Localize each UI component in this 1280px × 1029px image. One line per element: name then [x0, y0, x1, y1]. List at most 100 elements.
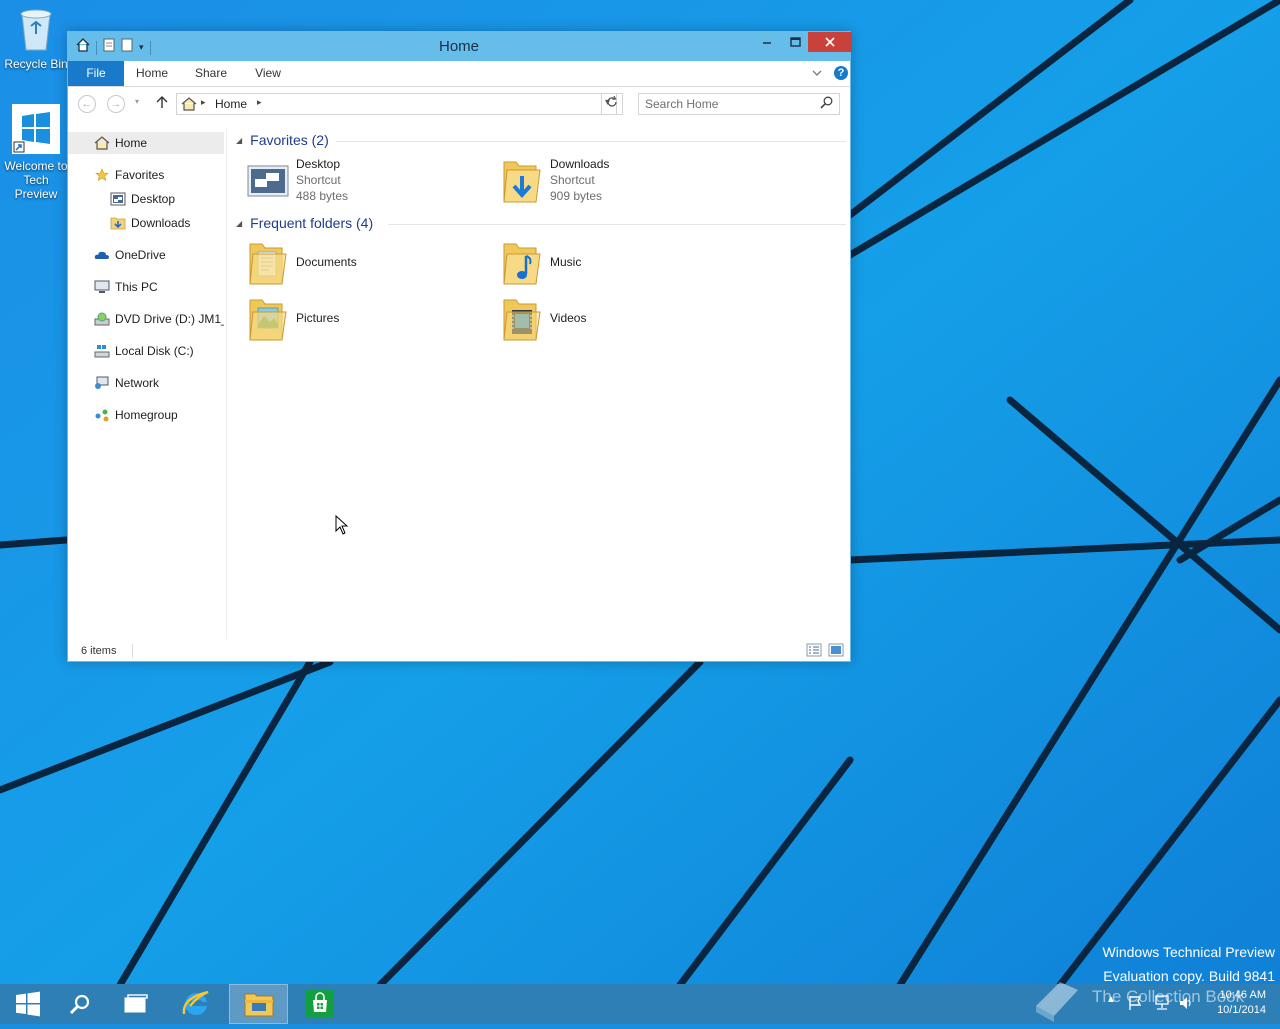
recycle-bin-icon [4, 6, 68, 55]
sidebar-item-label: Downloads [131, 216, 191, 230]
breadcrumb-chevron-icon[interactable]: ▸ [201, 97, 206, 108]
folder-item-music[interactable]: Music [500, 240, 582, 285]
sidebar-item-label: Home [115, 136, 148, 150]
internet-explorer-button[interactable] [168, 984, 224, 1024]
group-title: Favorites (2) [250, 132, 329, 148]
help-icon[interactable]: ? [834, 66, 848, 80]
tab-home[interactable]: Home [130, 61, 174, 86]
large-icons-view-button[interactable] [828, 643, 844, 659]
breadcrumb-home[interactable]: Home [215, 97, 247, 111]
ribbon: File Home Share View ? [68, 61, 850, 87]
expand-ribbon-chevron-icon[interactable] [812, 66, 822, 80]
sidebar-item-network[interactable]: Network [94, 372, 159, 394]
network-icon [94, 375, 110, 391]
folder-item-documents[interactable]: Documents [246, 240, 357, 285]
tab-file[interactable]: File [68, 61, 124, 86]
sidebar-item-favorites[interactable]: Favorites [94, 164, 164, 186]
folder-item-pictures[interactable]: Pictures [246, 296, 340, 341]
search-icon [69, 994, 90, 1015]
pictures-folder-icon [246, 296, 290, 341]
item-name: Pictures [296, 311, 340, 325]
tab-view[interactable]: View [248, 61, 288, 86]
file-explorer-button[interactable] [229, 984, 288, 1024]
recycle-bin-desktop-icon[interactable]: Recycle Bin [4, 6, 68, 71]
store-button[interactable] [292, 984, 348, 1024]
taskbar-clock[interactable]: 10:46 AM 10/1/2014 [1200, 988, 1266, 1018]
maximize-button[interactable] [782, 32, 808, 52]
evaluation-watermark: Windows Technical Preview Evaluation cop… [1103, 940, 1275, 988]
recent-locations-chevron-icon[interactable]: ▾ [135, 97, 139, 106]
search-icon[interactable] [820, 96, 833, 114]
onedrive-icon [94, 247, 110, 263]
navigation-pane: Home Favorites Desktop Downloads OneDriv… [68, 129, 227, 639]
sidebar-item-downloads[interactable]: Downloads [110, 212, 190, 234]
sidebar-item-onedrive[interactable]: OneDrive [94, 244, 166, 266]
collapse-triangle-icon[interactable]: ◢ [236, 136, 242, 145]
sidebar-item-label: Homegroup [115, 408, 178, 422]
item-type: Shortcut [296, 173, 341, 187]
task-view-button[interactable] [108, 984, 164, 1024]
item-name: Desktop [296, 157, 341, 171]
refresh-button[interactable] [601, 93, 623, 115]
address-bar[interactable]: ▸ Home ▸ ▾ [176, 93, 617, 115]
up-button[interactable] [156, 95, 168, 114]
favorite-item-downloads[interactable]: Downloads Shortcut 909 bytes [500, 157, 609, 203]
item-name: Videos [550, 311, 587, 325]
collapse-triangle-icon[interactable]: ◢ [236, 219, 242, 228]
sidebar-item-local-disk[interactable]: Local Disk (C:) [94, 340, 194, 362]
clock-time: 10:46 AM [1219, 989, 1266, 1001]
favorite-item-desktop[interactable]: Desktop Shortcut 488 bytes [246, 157, 348, 203]
sidebar-item-label: DVD Drive (D:) JM1_C [115, 312, 224, 326]
details-view-icon [806, 643, 822, 657]
refresh-icon [607, 95, 617, 107]
content-pane: ◢ Favorites (2) Desktop Shortcut 488 byt… [232, 129, 848, 639]
minimize-button[interactable] [754, 32, 780, 52]
sidebar-item-desktop[interactable]: Desktop [110, 188, 175, 210]
status-separator [132, 644, 133, 658]
search-box[interactable] [638, 93, 840, 115]
folder-item-videos[interactable]: Videos [500, 296, 587, 341]
minimize-icon [763, 42, 771, 44]
sidebar-item-dvd-drive[interactable]: DVD Drive (D:) JM1_C [94, 308, 224, 330]
item-type: Shortcut [550, 173, 595, 187]
back-button[interactable]: ← [78, 95, 96, 113]
close-button[interactable] [808, 32, 852, 52]
welcome-desktop-icon[interactable]: Welcome to Tech Preview [4, 104, 68, 201]
sidebar-item-this-pc[interactable]: This PC [94, 276, 158, 298]
sidebar-item-home[interactable]: Home [68, 132, 224, 154]
tab-share[interactable]: Share [188, 61, 234, 86]
frequent-folders-group-header[interactable]: ◢ Frequent folders (4) [236, 215, 373, 231]
start-button[interactable] [0, 984, 56, 1024]
large-icons-view-icon [828, 643, 844, 657]
welcome-label-line1: Welcome to [4, 159, 68, 173]
group-divider [388, 224, 846, 225]
item-name: Documents [296, 255, 357, 269]
window-title: Home [438, 38, 479, 55]
maximize-icon [789, 37, 801, 47]
clock-date: 10/1/2014 [1217, 1004, 1266, 1016]
navigation-bar: ← → ▾ ▸ Home ▸ ▾ [68, 86, 850, 122]
item-name: Music [550, 255, 582, 269]
task-view-icon [124, 994, 148, 1013]
search-input[interactable] [645, 96, 811, 112]
sidebar-item-label: Favorites [115, 168, 165, 182]
breadcrumb-chevron-icon[interactable]: ▸ [257, 97, 262, 108]
status-bar: 6 items [68, 639, 850, 663]
title-bar[interactable]: ▾ Home [68, 32, 852, 61]
star-icon [94, 167, 110, 183]
computer-icon [94, 279, 110, 295]
music-folder-icon [500, 240, 544, 285]
sidebar-item-homegroup[interactable]: Homegroup [94, 404, 178, 426]
home-icon [181, 97, 197, 116]
sidebar-item-label: Local Disk (C:) [115, 344, 194, 358]
group-title: Frequent folders (4) [250, 215, 374, 231]
mouse-cursor-icon [335, 514, 349, 540]
item-name: Downloads [550, 157, 610, 171]
search-button[interactable] [52, 984, 108, 1024]
details-view-button[interactable] [806, 643, 822, 659]
windows-logo-icon [16, 991, 40, 1017]
favorites-group-header[interactable]: ◢ Favorites (2) [236, 132, 329, 148]
store-icon [306, 990, 334, 1018]
item-count: 6 items [81, 645, 117, 657]
forward-button[interactable]: → [107, 95, 125, 113]
